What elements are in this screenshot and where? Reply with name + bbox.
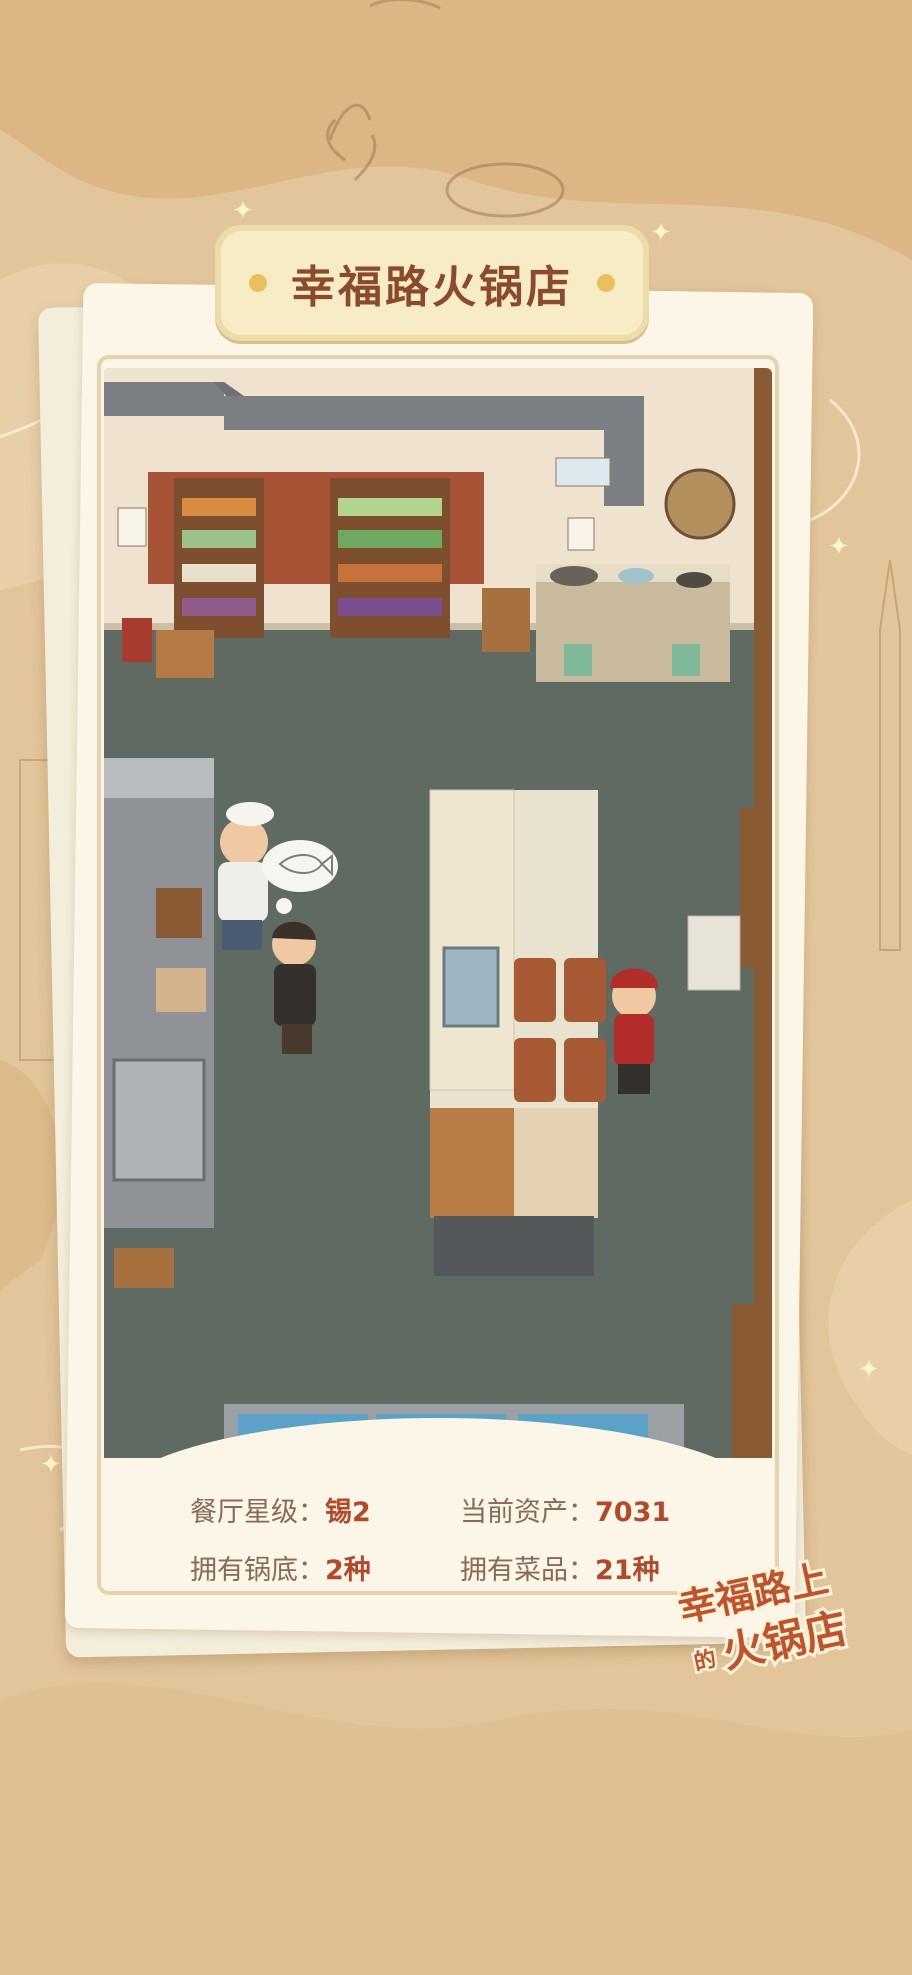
stat-assets-label: 当前资产： [460, 1497, 595, 1528]
sparkle-icon: ✦ [828, 532, 850, 562]
sparkle-icon: ✦ [650, 218, 672, 248]
stat-soup-base: 拥有锅底：2种 [190, 1548, 460, 1590]
sparkle-icon: ✦ [232, 196, 254, 226]
sparkle-icon: ✦ [40, 1450, 62, 1480]
stat-base-label: 拥有锅底： [190, 1555, 325, 1586]
stat-assets-value: 7031 [595, 1497, 671, 1528]
stat-base-value: 2种 [325, 1555, 371, 1586]
stat-star-value: 锡2 [325, 1497, 371, 1528]
stat-dishes-value: 21种 [595, 1555, 660, 1586]
restaurant-title-plaque: 幸福路火锅店 [215, 225, 649, 341]
logo-line2-small: 的 [692, 1646, 719, 1676]
stat-assets: 当前资产：7031 [460, 1490, 710, 1532]
sparkle-icon: ✦ [858, 1355, 880, 1385]
kitchen-illustration [104, 368, 772, 1458]
stat-star-label: 餐厅星级： [190, 1497, 325, 1528]
stat-star-level: 餐厅星级：锡2 [190, 1490, 460, 1532]
stat-dishes-label: 拥有菜品： [460, 1555, 595, 1586]
restaurant-stats: 餐厅星级：锡2 当前资产：7031 拥有锅底：2种 拥有菜品：21种 [190, 1490, 710, 1590]
kitchen-scene[interactable] [104, 368, 772, 1458]
restaurant-title: 幸福路火锅店 [291, 262, 573, 313]
